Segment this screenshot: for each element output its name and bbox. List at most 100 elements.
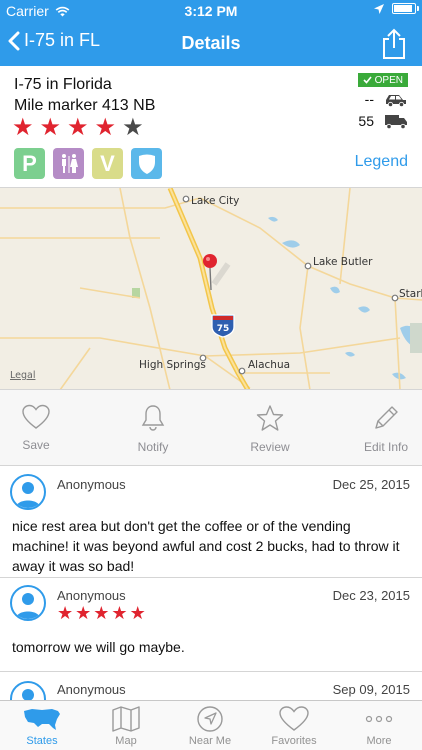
avatar [10, 681, 46, 700]
battery-icon [392, 3, 419, 14]
truck-spaces: 55 [358, 113, 374, 129]
review-date: Dec 23, 2015 [332, 588, 410, 603]
more-dots-icon [365, 715, 393, 723]
tab-map[interactable]: Map [84, 705, 168, 747]
star-filled-icon: ★ [12, 114, 34, 141]
map-label-lake-city: Lake City [191, 195, 239, 207]
vending-icon: V [92, 148, 123, 179]
review-text: tomorrow we will go maybe. [12, 639, 185, 655]
star-filled-icon: ★ [93, 603, 110, 623]
edit-info-label: Edit Info [363, 440, 409, 454]
tab-near-me[interactable]: Near Me [168, 705, 252, 747]
reviews-list[interactable]: Anonymous Dec 25, 2015 nice rest area bu… [0, 466, 422, 700]
open-label: OPEN [374, 74, 403, 86]
review-item: Anonymous ★ ★ ★ ★ ★ Dec 23, 2015 tomorrow we… [0, 578, 422, 672]
rest-area-info: I-75 in Florida Mile marker 413 NB ★ ★ ★ ★ ★… [0, 66, 422, 188]
navigation-bar: I-75 in FL Details [0, 22, 422, 66]
review-date: Sep 09, 2015 [332, 682, 410, 697]
avatar [10, 474, 46, 510]
map-view[interactable]: Lake City Lake Butler Stark High Springs… [0, 188, 422, 390]
rating-stars: ★ ★ ★ ★ ★ [12, 115, 144, 141]
review-label: Review [250, 440, 290, 454]
star-filled-icon: ★ [94, 114, 117, 141]
review-author: Anonymous [57, 477, 126, 492]
tab-label: More [366, 735, 392, 747]
tab-label: States [26, 735, 58, 747]
tab-label: Map [115, 735, 137, 747]
truck-icon [385, 114, 407, 129]
review-text: nice rest area but don't get the coffee … [12, 518, 400, 574]
back-label: I-75 in FL [24, 30, 101, 50]
truck-parking-row: 55 [354, 113, 408, 129]
tab-label: Near Me [188, 735, 232, 747]
parking-counts: -- 55 [338, 91, 408, 131]
review-button[interactable]: Review [225, 404, 315, 454]
pencil-icon [375, 406, 398, 429]
notify-label: Notify [137, 440, 169, 454]
open-status-badge: OPEN [357, 73, 408, 87]
tab-states[interactable]: States [0, 705, 84, 747]
map-label-alachua: Alachua [248, 359, 290, 371]
status-time: 3:12 PM [184, 3, 238, 19]
security-icon [131, 148, 162, 179]
town-dot [238, 367, 246, 375]
edit-info-button[interactable]: Edit Info [341, 404, 422, 454]
location-arrow-icon [374, 3, 384, 14]
compass-icon [197, 706, 223, 732]
legend-link[interactable]: Legend [355, 153, 408, 171]
share-icon[interactable] [380, 28, 408, 60]
car-parking-row: -- [354, 91, 408, 107]
action-bar: Save Notify Review Edit Info [0, 390, 422, 466]
interstate-shield-icon: 75 [211, 314, 235, 338]
save-label: Save [22, 438, 50, 452]
star-filled-icon: ★ [129, 603, 146, 623]
shield-number: 75 [217, 324, 230, 334]
parking-icon: P [14, 148, 45, 179]
star-filled-icon: ★ [39, 114, 62, 141]
heart-icon [279, 706, 309, 731]
checkmark-icon [363, 76, 372, 84]
review-item: Anonymous Dec 25, 2015 nice rest area bu… [0, 466, 422, 578]
map-label-lake-butler: Lake Butler [313, 256, 373, 268]
avatar [10, 585, 46, 621]
user-silhouette-icon [16, 593, 40, 619]
map-legal-link[interactable]: Legal [10, 370, 35, 381]
amenities-list: PV [14, 148, 162, 179]
user-silhouette-icon [16, 482, 40, 508]
star-filled-icon: ★ [75, 603, 92, 623]
star-filled-icon: ★ [67, 114, 89, 141]
review-date: Dec 25, 2015 [332, 477, 410, 492]
map-canvas: Lake City Lake Butler Stark High Springs… [0, 188, 422, 389]
review-author: Anonymous [57, 588, 126, 603]
usa-map-icon [24, 709, 60, 730]
notify-button[interactable]: Notify [108, 404, 198, 454]
town-dot [182, 195, 190, 203]
tab-bar: States Map Near Me Favorites More [0, 700, 422, 750]
save-button[interactable]: Save [0, 404, 81, 452]
back-button[interactable]: I-75 in FL [8, 30, 100, 51]
user-silhouette-icon [22, 689, 34, 700]
bell-icon [141, 405, 165, 431]
map-label-high-springs: High Springs [139, 359, 206, 371]
car-icon [386, 94, 406, 107]
town-dot [304, 262, 312, 270]
car-spaces: -- [364, 91, 374, 107]
map-label-stark: Stark [399, 288, 422, 300]
star-empty-icon: ★ [122, 114, 144, 141]
tab-favorites[interactable]: Favorites [252, 705, 336, 747]
star-outline-icon [256, 405, 284, 431]
chevron-left-icon [8, 31, 20, 50]
status-bar: Carrier 3:12 PM [0, 0, 422, 22]
star-filled-icon: ★ [111, 603, 128, 623]
review-rating-stars: ★ ★ ★ ★ ★ [57, 603, 146, 624]
star-filled-icon: ★ [57, 603, 74, 623]
review-item: Anonymous Sep 09, 2015 [0, 672, 422, 700]
review-author: Anonymous [57, 682, 126, 697]
mile-marker: Mile marker 413 NB [14, 97, 156, 114]
town-dot [391, 294, 399, 302]
tab-label: Favorites [271, 735, 317, 747]
park-shape [410, 323, 422, 353]
restrooms-icon [53, 148, 84, 179]
tab-more[interactable]: More [336, 705, 422, 747]
folded-map-icon [112, 706, 140, 732]
